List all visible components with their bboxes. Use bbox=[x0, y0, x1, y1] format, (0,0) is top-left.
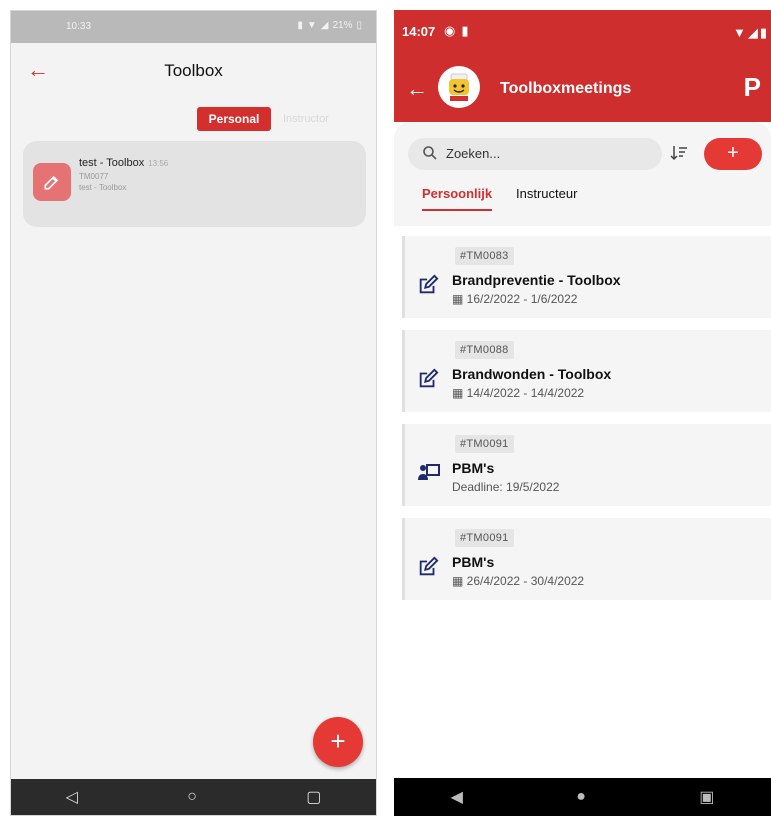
status-icons: ▮ ▼ ◢ 21% ▯ bbox=[297, 20, 362, 31]
item-date: ▦ 26/4/2022 - 30/4/2022 bbox=[452, 574, 585, 588]
item-code-badge: #TM0091 bbox=[455, 435, 514, 453]
battery-percent: 21% bbox=[332, 20, 353, 31]
edit-icon bbox=[33, 163, 71, 201]
notification-icon: ◉ bbox=[444, 23, 456, 38]
list-item[interactable]: #TM0091 PBM's Deadline: 19/5/2022 bbox=[402, 424, 771, 506]
status-notification-icons: ◉ ▮ bbox=[444, 23, 469, 39]
app-logo: P bbox=[743, 72, 761, 102]
signal-icon: ◢ bbox=[320, 20, 329, 31]
status-bar: 14:07 ◉ ▮ ▼ ◢ ▮ bbox=[394, 10, 771, 58]
wifi-icon: ▼ bbox=[306, 20, 317, 31]
item-title: Brandwonden - Toolbox bbox=[452, 366, 612, 382]
nav-back-icon[interactable]: ◀ bbox=[451, 787, 463, 807]
wifi-icon: ▼ bbox=[732, 25, 746, 40]
signal-icon: ◢ bbox=[747, 25, 758, 40]
presentation-icon bbox=[417, 462, 441, 489]
nav-recents-icon[interactable]: ▣ bbox=[699, 787, 714, 807]
app-bar: ← Toolboxmeetings P bbox=[394, 58, 771, 122]
list-item-code: TM0077 bbox=[79, 172, 109, 181]
page-title: Toolbox bbox=[164, 61, 223, 80]
status-time: 14:07 bbox=[402, 24, 436, 39]
status-bar: 10:33 ▮ ▼ ◢ 21% ▯ bbox=[11, 11, 376, 43]
add-button[interactable]: + bbox=[704, 138, 762, 170]
calendar-icon: ▦ bbox=[452, 386, 467, 400]
item-title: PBM's bbox=[452, 460, 495, 476]
nav-recents-icon[interactable]: ▢ bbox=[306, 787, 321, 807]
system-nav-bar: ◁ ○ ▢ bbox=[11, 779, 376, 815]
edit-icon bbox=[417, 368, 439, 395]
item-title: Brandpreventie - Toolbox bbox=[452, 272, 621, 288]
lego-avatar-icon bbox=[449, 73, 469, 101]
tab-personal[interactable]: Personal bbox=[197, 107, 271, 131]
system-nav-bar: ◀ ● ▣ bbox=[394, 778, 771, 816]
list-item[interactable]: #TM0091 PBM's ▦ 26/4/2022 - 30/4/2022 bbox=[402, 518, 771, 600]
search-icon bbox=[422, 145, 438, 166]
edit-icon bbox=[417, 556, 439, 583]
item-date: ▦ 14/4/2022 - 14/4/2022 bbox=[452, 386, 585, 400]
tab-instructor[interactable]: Instructor bbox=[283, 107, 329, 131]
app-bar: ← Toolbox bbox=[11, 43, 376, 101]
edit-icon bbox=[417, 274, 439, 301]
avatar[interactable] bbox=[438, 66, 480, 108]
item-deadline: Deadline: 19/5/2022 bbox=[452, 480, 560, 494]
search-input[interactable]: Zoeken... bbox=[408, 138, 662, 170]
tab-persoonlijk[interactable]: Persoonlijk bbox=[422, 186, 493, 211]
calendar-icon: ▦ bbox=[452, 574, 467, 588]
content-sheet: Zoeken... + Persoonlijk Instructeur #TM0… bbox=[394, 122, 771, 778]
nav-back-icon[interactable]: ◁ bbox=[66, 787, 78, 807]
list-item[interactable]: #TM0088 Brandwonden - Toolbox ▦ 14/4/202… bbox=[402, 330, 771, 412]
vibrate-icon: ▮ bbox=[297, 20, 303, 31]
nav-home-icon[interactable]: ● bbox=[576, 788, 586, 806]
list-item-time: 13:56 bbox=[148, 159, 169, 168]
tab-bar: Personal Instructor bbox=[11, 101, 376, 145]
battery-icon: ▯ bbox=[356, 20, 362, 31]
back-arrow-icon[interactable]: ← bbox=[406, 76, 428, 102]
status-icons: ▼ ◢ ▮ bbox=[733, 25, 767, 41]
right-phone-screen: 14:07 ◉ ▮ ▼ ◢ ▮ ← Toolboxmeetings P Zoek… bbox=[394, 10, 771, 816]
meeting-list: #TM0083 Brandpreventie - Toolbox ▦ 16/2/… bbox=[394, 226, 771, 778]
item-date: ▦ 16/2/2022 - 1/6/2022 bbox=[452, 292, 578, 306]
sd-card-icon: ▮ bbox=[461, 23, 469, 38]
item-title: PBM's bbox=[452, 554, 495, 570]
tab-instructeur[interactable]: Instructeur bbox=[516, 186, 577, 201]
status-time: 10:33 bbox=[66, 21, 92, 32]
battery-icon: ▮ bbox=[759, 25, 767, 40]
item-code-badge: #TM0088 bbox=[455, 341, 514, 359]
item-code-badge: #TM0091 bbox=[455, 529, 514, 547]
list-item-subtitle: test - Toolbox bbox=[79, 183, 127, 192]
left-phone-screen: 10:33 ▮ ▼ ◢ 21% ▯ ← Toolbox Personal Ins… bbox=[10, 10, 377, 816]
list-item-title: test - Toolbox 13:56 bbox=[79, 157, 169, 169]
item-code-badge: #TM0083 bbox=[455, 247, 514, 265]
page-title: Toolboxmeetings bbox=[500, 80, 632, 97]
add-button[interactable]: + bbox=[313, 717, 363, 767]
sort-icon[interactable] bbox=[670, 144, 688, 167]
search-placeholder: Zoeken... bbox=[446, 146, 501, 161]
list-item[interactable]: test - Toolbox 13:56 TM0077 test - Toolbo… bbox=[23, 141, 366, 227]
list-item[interactable]: #TM0083 Brandpreventie - Toolbox ▦ 16/2/… bbox=[402, 236, 771, 318]
calendar-icon: ▦ bbox=[452, 292, 467, 306]
nav-home-icon[interactable]: ○ bbox=[187, 788, 197, 806]
